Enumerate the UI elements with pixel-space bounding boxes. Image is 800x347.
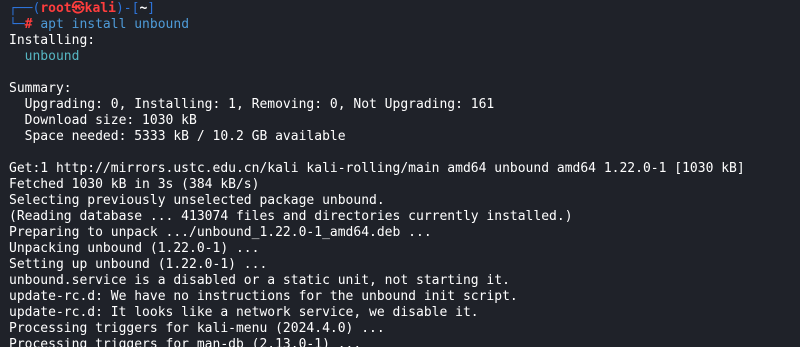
- log-line: (Reading database ... 413074 files and d…: [9, 209, 573, 224]
- log-line: Selecting previously unselected package …: [9, 193, 385, 208]
- log-line: Processing triggers for man-db (2.13.0-1…: [9, 337, 362, 347]
- prompt-mid: )-[: [115, 1, 140, 16]
- prompt-line-top: ┌──(root㉿kali)-[~]: [9, 1, 800, 17]
- summary-counts: Upgrading: 0, Installing: 1, Removing: 0…: [9, 97, 495, 112]
- command-text: apt install unbound: [40, 17, 190, 32]
- installing-package: unbound: [9, 49, 80, 64]
- installing-label: Installing:: [9, 33, 96, 48]
- prompt-end: ]: [147, 1, 156, 16]
- prompt-line-command: └─# apt install unbound: [9, 17, 800, 33]
- prompt-host: kali: [84, 1, 116, 16]
- prompt-user: root: [40, 1, 72, 16]
- prompt-corner-top: ┌──(: [9, 1, 41, 16]
- log-line: Unpacking unbound (1.22.0-1) ...: [9, 241, 260, 256]
- log-line: Processing triggers for kali-menu (2024.…: [9, 321, 385, 336]
- log-line: Fetched 1030 kB in 3s (384 kB/s): [9, 177, 260, 192]
- summary-download-size: Download size: 1030 kB: [9, 113, 197, 128]
- prompt-skull-icon: ㉿: [71, 1, 85, 16]
- terminal-window[interactable]: ┌──(root㉿kali)-[~] └─# apt install unbou…: [0, 0, 800, 347]
- log-line: Get:1 http://mirrors.ustc.edu.cn/kali ka…: [9, 161, 745, 176]
- prompt-hash: #: [24, 17, 33, 32]
- summary-space-needed: Space needed: 5333 kB / 10.2 GB availabl…: [9, 129, 346, 144]
- prompt-corner-bottom: └─: [9, 17, 25, 32]
- log-line: unbound.service is a disabled or a stati…: [9, 273, 510, 288]
- log-line: Setting up unbound (1.22.0-1) ...: [9, 257, 268, 272]
- log-line: update-rc.d: We have no instructions for…: [9, 289, 518, 304]
- terminal-output: ┌──(root㉿kali)-[~] └─# apt install unbou…: [9, 1, 800, 347]
- log-line: Preparing to unpack .../unbound_1.22.0-1…: [9, 225, 432, 240]
- log-line: update-rc.d: It looks like a network ser…: [9, 305, 479, 320]
- summary-label: Summary:: [9, 81, 72, 96]
